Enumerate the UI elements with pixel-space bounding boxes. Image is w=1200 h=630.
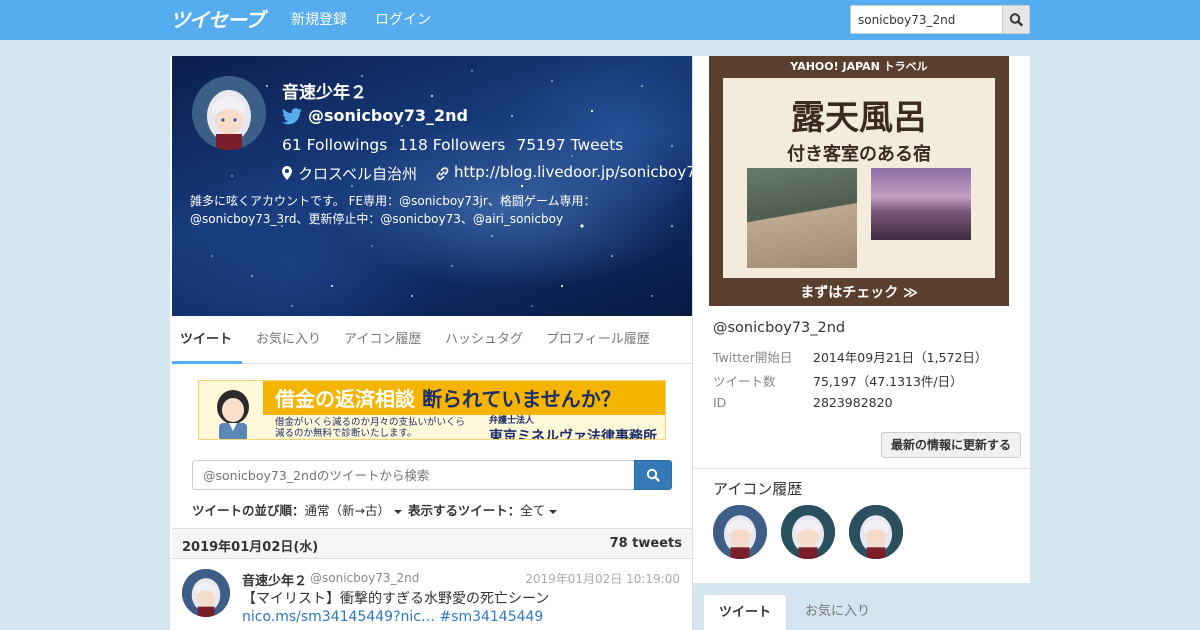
profile-header: 音速少年２ @sonicboy73_2nd 61 Followings 118 …	[172, 56, 692, 316]
ad-woman-illustration	[217, 390, 249, 439]
profile-bio: 雑多に呟くアカウントです。 FE専用：@sonicboy73jr、格闘ゲーム専用…	[190, 194, 596, 226]
tweet-link-nico[interactable]: nico.ms/sm34145449?nic…	[242, 609, 435, 625]
search-icon	[1009, 13, 1023, 27]
tweet-text: 【マイリスト】衝撃的すぎる水野愛の死亡シーン nico.ms/sm3414544…	[242, 591, 550, 625]
profile-handle[interactable]: @sonicboy73_2nd	[308, 106, 468, 125]
avatar-image	[781, 505, 835, 559]
date-header: 2019年01月02日(水) 78 tweets	[172, 528, 692, 559]
twitter-bird-icon	[282, 108, 302, 125]
tweets-count: 75197 Tweets	[516, 136, 624, 154]
ad-title: 露天風呂	[791, 98, 927, 138]
followings-count[interactable]: 61 Followings	[282, 136, 387, 154]
sidebar-tab-tweets[interactable]: ツイート	[703, 594, 787, 630]
tweet-search-button[interactable]	[634, 460, 672, 490]
profile-url[interactable]: http://blog.livedoor.jp/sonicboy73	[454, 163, 692, 181]
ad-subtext: 借金がいくら減るのか月々の支払いがいくら減るのか無料で診断いたします。	[275, 417, 466, 439]
date-tweet-count: 78 tweets	[609, 536, 682, 551]
ad-photo-bath	[747, 168, 857, 268]
site-logo[interactable]: ツイセーブ	[170, 6, 265, 34]
sidebar-handle: @sonicboy73_2nd	[713, 320, 846, 336]
tweet-item: 音速少年２ @sonicboy73_2nd 2019年01月02日 10:19:…	[172, 559, 692, 630]
header-search-input[interactable]	[850, 5, 1002, 34]
navbar: ツイセーブ 新規登録 ログイン	[0, 0, 1200, 40]
tweet-search	[192, 460, 672, 490]
icon-history-avatar[interactable]	[849, 505, 903, 559]
tweet-timestamp[interactable]: 2019年01月02日 10:19:00	[525, 570, 680, 587]
icon-history-avatar[interactable]	[781, 505, 835, 559]
followers-count[interactable]: 118 Followers	[398, 136, 505, 154]
profile-avatar[interactable]	[192, 76, 266, 150]
header-search-button[interactable]	[1002, 5, 1030, 34]
main-container: 音速少年２ @sonicboy73_2nd 61 Followings 118 …	[170, 40, 1031, 630]
date-label: 2019年01月02日(水)	[182, 540, 319, 555]
avatar-image	[713, 505, 767, 559]
icon-history-avatar[interactable]	[713, 505, 767, 559]
avatar-image	[192, 76, 266, 150]
ad-subtitle: 付き客室のある宿	[787, 144, 931, 165]
avatar-image	[849, 505, 903, 559]
tweet-author-name[interactable]: 音速少年２	[242, 570, 307, 589]
tab-icon-history[interactable]: アイコン履歴	[344, 316, 421, 364]
ad-headline: 借金の返済相談 断られていませんか？	[275, 387, 621, 411]
caret-down-icon	[549, 509, 558, 514]
tab-profile-history[interactable]: プロフィール履歴	[546, 316, 650, 364]
ad-banner-loan[interactable]: 借金の返済相談 断られていませんか？ 借金がいくら減るのか月々の支払いがいくら減…	[198, 380, 666, 440]
ad-cta: まずはチェック ≫	[800, 285, 918, 301]
profile-stats: 61 Followings 118 Followers 75197 Tweets	[282, 136, 629, 154]
tab-favorites[interactable]: お気に入り	[256, 316, 321, 364]
tab-hashtags[interactable]: ハッシュタグ	[445, 316, 523, 364]
profile-name: 音速少年２	[282, 83, 367, 103]
login-link[interactable]: ログイン	[375, 0, 431, 40]
header-search	[850, 5, 1030, 34]
ad-photo-room	[871, 168, 971, 240]
ad-brand: YAHOO! JAPAN トラベル	[790, 60, 928, 73]
icon-history-title: アイコン履歴	[713, 480, 803, 498]
avatar-image	[182, 569, 230, 617]
search-icon	[646, 468, 660, 482]
sort-order-dropdown[interactable]: ツイートの並び順：通常（新→古）	[192, 500, 402, 518]
sidebar-tab-favorites[interactable]: お気に入り	[805, 594, 870, 630]
caret-down-icon	[394, 509, 402, 514]
tweet-author-handle[interactable]: @sonicboy73_2nd	[310, 571, 419, 585]
profile-tabs: ツイート お気に入り アイコン履歴 ハッシュタグ プロフィール履歴	[172, 316, 692, 364]
ad-firm-name: 弁護士法人 東京ミネルヴァ法律事務所	[489, 416, 657, 440]
register-link[interactable]: 新規登録	[291, 0, 347, 40]
tweet-search-input[interactable]	[192, 460, 634, 490]
tweet-filter-dropdown[interactable]: 表示するツイート：全て	[408, 500, 558, 519]
tweet-hashtag-link[interactable]: #sm34145449	[439, 609, 543, 625]
link-icon	[436, 167, 449, 180]
profile-location: クロスベル自治州	[298, 165, 417, 183]
ad-yahoo-travel[interactable]: YAHOO! JAPAN トラベル 露天風呂 付き客室のある宿 まずはチェック …	[709, 56, 1009, 306]
map-pin-icon	[282, 166, 292, 180]
update-info-button[interactable]: 最新の情報に更新する	[881, 432, 1022, 458]
sidebar: YAHOO! JAPAN トラベル 露天風呂 付き客室のある宿 まずはチェック …	[692, 56, 1031, 630]
tab-tweets[interactable]: ツイート	[172, 316, 242, 364]
tweet-avatar[interactable]	[182, 569, 230, 617]
